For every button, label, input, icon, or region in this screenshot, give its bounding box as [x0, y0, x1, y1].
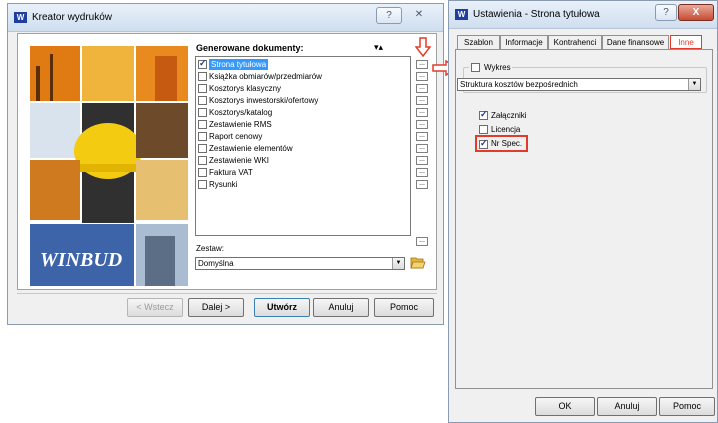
winbud-banner-image: WINBUD	[30, 46, 188, 286]
winbud-app-icon: W	[455, 9, 468, 20]
next-button[interactable]: Dalej >	[188, 298, 244, 317]
document-label: Strona tytułowa	[209, 59, 269, 70]
help-button[interactable]: Pomoc	[659, 397, 715, 416]
tab-szablon[interactable]: Szablon	[457, 35, 500, 49]
document-label: Kosztorys/katalog	[209, 108, 273, 117]
document-settings-button[interactable]: ...	[416, 168, 428, 177]
option-spec-number[interactable]: Nr Spec.	[475, 135, 528, 152]
document-settings-button[interactable]: ...	[416, 60, 428, 69]
license-label: Licencja	[491, 125, 521, 134]
list-item[interactable]: Zestawienie RMS	[196, 119, 410, 130]
list-item[interactable]: Kosztorys/katalog	[196, 107, 410, 118]
document-settings-button[interactable]: ...	[416, 120, 428, 129]
document-label: Raport cenowy	[209, 132, 263, 141]
list-item[interactable]: Raport cenowy	[196, 131, 410, 142]
document-checkbox[interactable]	[198, 96, 207, 105]
tab-inne[interactable]: Inne	[670, 35, 702, 49]
document-settings-button[interactable]: ...	[416, 108, 428, 117]
spec-number-checkbox[interactable]	[479, 138, 488, 149]
settings-titlebar[interactable]: W Ustawienia - Strona tytułowa ? X	[449, 1, 717, 29]
documents-header: Generowane dokumenty:	[196, 43, 304, 53]
folder-open-icon[interactable]	[410, 254, 426, 270]
document-label: Kosztorys inwestorski/ofertowy	[209, 96, 319, 105]
chevron-down-icon[interactable]: ▼	[392, 258, 404, 269]
close-button[interactable]: ✕	[406, 7, 432, 24]
document-label: Zestawienie RMS	[209, 120, 272, 129]
list-item[interactable]: Książka obmiarów/przedmiarów	[196, 71, 410, 82]
cancel-button[interactable]: Anuluj	[313, 298, 369, 317]
set-label: Zestaw:	[196, 244, 225, 253]
chart-type-select[interactable]: Struktura kosztów bezpośrednich ▼	[457, 78, 701, 91]
settings-window: W Ustawienia - Strona tytułowa ? X Szabl…	[448, 0, 718, 423]
winbud-app-icon: W	[14, 12, 27, 23]
document-settings-button[interactable]: ...	[416, 96, 428, 105]
help-button[interactable]: ?	[376, 7, 402, 24]
document-checkbox[interactable]	[198, 156, 207, 165]
set-select[interactable]: Domyślna ▼	[195, 257, 405, 270]
chart-checkbox-label: Wykres	[484, 63, 511, 72]
document-checkbox[interactable]	[198, 132, 207, 141]
chevron-down-icon[interactable]: ▼	[688, 79, 700, 90]
document-settings-button[interactable]: ...	[416, 180, 428, 189]
print-wizard-titlebar[interactable]: W Kreator wydruków ? ✕	[8, 4, 443, 32]
print-wizard-title: Kreator wydruków	[32, 12, 113, 23]
document-checkbox[interactable]	[198, 84, 207, 93]
option-attachments[interactable]: Załączniki	[479, 109, 559, 121]
back-button[interactable]: < Wstecz	[127, 298, 183, 317]
tab-kontrahenci[interactable]: Kontrahenci	[548, 35, 602, 49]
chart-checkbox-wrap[interactable]: Wykres	[469, 62, 512, 72]
settings-title: Ustawienia - Strona tytułowa	[473, 9, 600, 20]
document-settings-button[interactable]: ...	[416, 156, 428, 165]
create-button[interactable]: Utwórz	[254, 298, 310, 317]
document-checkbox[interactable]	[198, 120, 207, 129]
document-settings-button[interactable]: ...	[416, 237, 428, 246]
document-checkbox[interactable]	[198, 168, 207, 177]
document-checkbox[interactable]	[198, 108, 207, 117]
footer-divider	[17, 293, 437, 294]
tab-content	[455, 49, 713, 389]
document-label: Zestawienie WKI	[209, 156, 270, 165]
chart-checkbox[interactable]	[471, 63, 480, 72]
document-settings-button[interactable]: ...	[416, 84, 428, 93]
document-label: Rysunki	[209, 180, 238, 189]
list-item[interactable]: Strona tytułowa	[196, 58, 410, 70]
document-checkbox[interactable]	[198, 72, 207, 81]
list-item[interactable]: Zestawienie WKI	[196, 155, 410, 166]
red-down-arrow-icon	[415, 37, 431, 57]
help-button[interactable]: Pomoc	[374, 298, 434, 317]
list-item[interactable]: Kosztorys klasyczny	[196, 83, 410, 94]
documents-list[interactable]: Strona tytułowa Książka obmiarów/przedmi…	[195, 56, 411, 236]
document-settings-button[interactable]: ...	[416, 144, 428, 153]
print-wizard-window: W Kreator wydruków ? ✕ WINBUD Generowane…	[7, 3, 444, 325]
document-settings-button[interactable]: ...	[416, 72, 428, 81]
document-checkbox[interactable]	[198, 144, 207, 153]
option-license[interactable]: Licencja	[479, 124, 559, 135]
document-checkbox[interactable]	[198, 180, 207, 189]
sort-arrows-icon[interactable]: ▾▴	[374, 42, 383, 53]
close-button[interactable]: X	[678, 4, 714, 21]
list-item[interactable]: Zestawienie elementów	[196, 143, 410, 154]
chart-type-value: Struktura kosztów bezpośrednich	[460, 80, 578, 89]
construction-collage: WINBUD	[30, 46, 188, 286]
winbud-logo-text: WINBUD	[40, 249, 122, 271]
document-label: Kosztorys klasyczny	[209, 84, 282, 93]
tab-dane-finansowe[interactable]: Dane finansowe	[602, 35, 669, 49]
document-label: Zestawienie elementów	[209, 144, 293, 153]
list-item[interactable]: Kosztorys inwestorski/ofertowy	[196, 95, 410, 106]
list-item[interactable]: Faktura VAT	[196, 167, 410, 178]
attachments-label: Załączniki	[491, 111, 527, 120]
document-label: Faktura VAT	[209, 168, 253, 177]
set-select-value: Domyślna	[198, 259, 234, 268]
cancel-button[interactable]: Anuluj	[597, 397, 657, 416]
attachments-checkbox[interactable]	[479, 109, 488, 120]
tab-informacje[interactable]: Informacje	[500, 35, 548, 49]
document-settings-button[interactable]: ...	[416, 132, 428, 141]
help-button[interactable]: ?	[655, 4, 677, 21]
ok-button[interactable]: OK	[535, 397, 595, 416]
document-label: Książka obmiarów/przedmiarów	[209, 72, 322, 81]
spec-number-label: Nr Spec.	[491, 139, 523, 148]
list-item[interactable]: Rysunki	[196, 179, 410, 190]
license-checkbox[interactable]	[479, 125, 488, 134]
document-checkbox[interactable]	[198, 58, 207, 69]
